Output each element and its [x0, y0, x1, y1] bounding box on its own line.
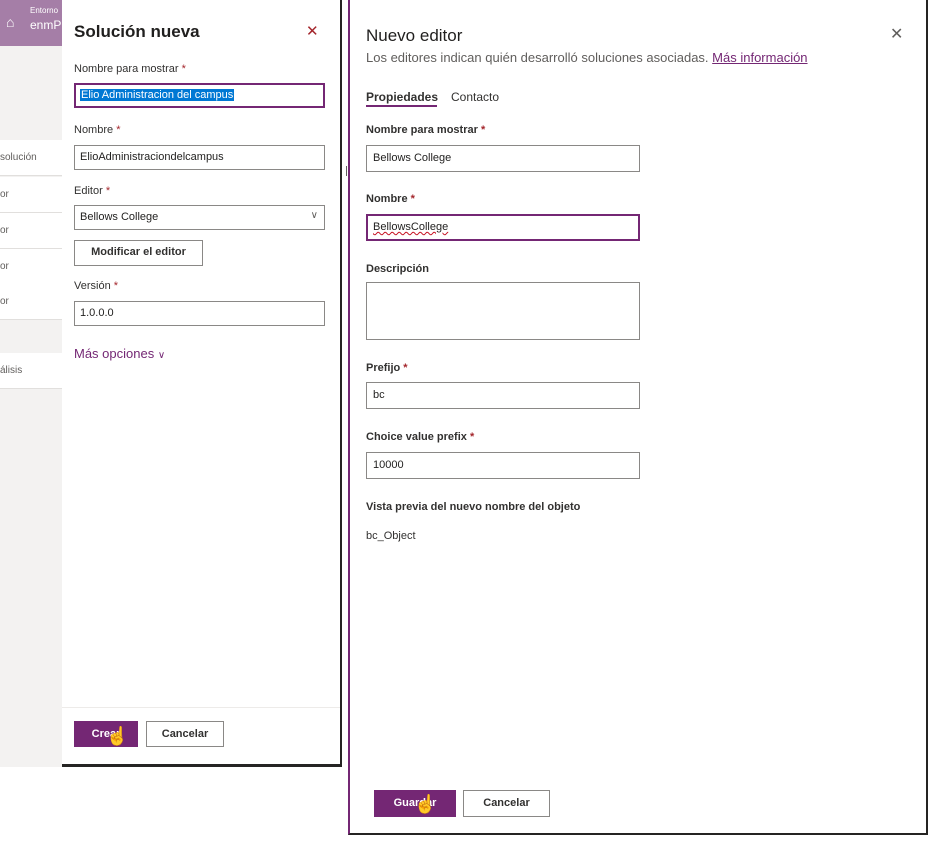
tab-contact[interactable]: Contacto — [451, 90, 499, 104]
chevron-down-icon: ∨ — [157, 350, 166, 361]
environment-label: Entorno — [30, 6, 59, 15]
preview-label: Vista previa del nuevo nombre del objeto — [366, 501, 581, 513]
bg-list-item[interactable]: or — [0, 284, 62, 320]
footer-divider — [62, 707, 340, 708]
active-tab-indicator — [366, 105, 437, 107]
new-solution-panel: Solución nueva ✕ Nombre para mostrar * E… — [62, 0, 342, 767]
hand-cursor-icon: ☝ — [106, 726, 129, 746]
panel-title: Solución nueva — [74, 22, 200, 41]
close-icon[interactable]: ✕ — [890, 24, 903, 44]
cancel-button[interactable]: Cancelar — [146, 721, 224, 747]
bg-list-item[interactable]: álisis — [0, 353, 62, 389]
environment-bar[interactable]: ⌂ Entorno enmP — [0, 0, 62, 46]
version-label: Versión * — [74, 280, 119, 292]
learn-more-link[interactable]: Más información — [712, 50, 807, 65]
choice-prefix-label: Choice value prefix * — [366, 431, 475, 443]
edit-publisher-button[interactable]: Modificar el editor — [74, 240, 203, 266]
more-options-link[interactable]: Más opciones ∨ — [74, 346, 165, 361]
new-publisher-panel: Nuevo editor ✕ Los editores indican quié… — [348, 0, 928, 835]
divider — [346, 166, 347, 176]
prefix-label: Prefijo * — [366, 362, 408, 374]
choice-prefix-input[interactable]: 10000 — [366, 452, 640, 479]
name-label: Nombre * — [366, 193, 415, 205]
chevron-down-icon: ∨ — [310, 210, 318, 221]
description-label: Descripción — [366, 263, 429, 275]
bg-list-item[interactable]: solución — [0, 140, 62, 176]
name-input[interactable]: BellowsCollege — [366, 214, 640, 241]
bg-list-item[interactable]: or — [0, 177, 62, 213]
display-name-label: Nombre para mostrar * — [74, 63, 186, 75]
environment-icon: ⌂ — [6, 14, 15, 30]
bg-list-item[interactable]: or — [0, 213, 62, 249]
preview-value: bc_Object — [366, 530, 416, 542]
hand-cursor-icon: ☝ — [414, 794, 437, 814]
selected-text: Elio Administracion del campus — [80, 89, 235, 101]
name-input[interactable]: ElioAdministraciondelcampus — [74, 145, 325, 170]
display-name-label: Nombre para mostrar * — [366, 124, 486, 136]
publisher-dropdown[interactable]: Bellows College ∨ — [74, 205, 325, 230]
cancel-button[interactable]: Cancelar — [463, 790, 550, 817]
panel-title: Nuevo editor — [366, 26, 463, 45]
display-name-input[interactable]: Elio Administracion del campus — [74, 83, 325, 108]
tab-properties[interactable]: Propiedades — [366, 90, 438, 104]
background-app: ⌂ Entorno enmP solución or or or or ális… — [0, 0, 62, 767]
bg-list-item[interactable]: or — [0, 249, 62, 285]
publisher-label: Editor * — [74, 185, 111, 197]
close-icon[interactable]: ✕ — [306, 22, 319, 40]
name-label: Nombre * — [74, 124, 121, 136]
version-input[interactable]: 1.0.0.0 — [74, 301, 325, 326]
description-textarea[interactable] — [366, 282, 640, 340]
environment-name: enmP — [30, 18, 62, 32]
display-name-input[interactable]: Bellows College — [366, 145, 640, 172]
prefix-input[interactable]: bc — [366, 382, 640, 409]
panel-description: Los editores indican quién desarrolló so… — [366, 50, 808, 65]
